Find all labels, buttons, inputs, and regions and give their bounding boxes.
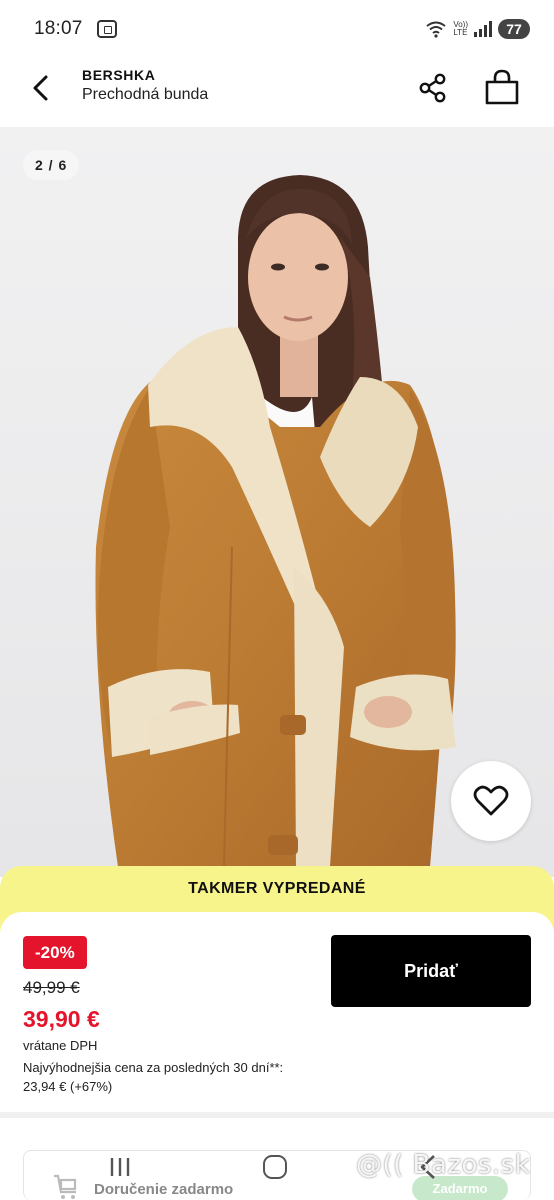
network-type: Vo)) LTE xyxy=(453,21,468,37)
shopping-bag-icon[interactable] xyxy=(484,68,520,106)
signal-icon xyxy=(474,21,492,37)
home-icon[interactable] xyxy=(263,1155,287,1179)
screenshot-indicator-icon xyxy=(96,20,117,38)
back-arrow-icon[interactable] xyxy=(28,72,56,104)
vat-note: vrátane DPH xyxy=(23,1038,98,1053)
product-gallery[interactable]: 2 / 6 xyxy=(0,127,554,877)
status-icons: Vo)) LTE 77 xyxy=(425,19,530,39)
wifi-icon xyxy=(426,21,446,38)
battery-icon: 77 xyxy=(498,19,530,39)
share-icon[interactable] xyxy=(418,72,448,104)
status-time: 18:07 xyxy=(34,18,83,39)
add-to-cart-label: Pridať xyxy=(404,960,458,981)
old-price: 49,99 € xyxy=(23,978,80,997)
status-bar: 18:07 Vo)) LTE 77 xyxy=(0,0,554,58)
product-photo[interactable] xyxy=(0,127,554,877)
price-card: -20% 49,99 € 39,90 € vrátane DPH Najvýho… xyxy=(0,912,554,1112)
image-counter: 2 / 6 xyxy=(23,150,80,180)
section-divider xyxy=(0,1112,554,1118)
brand-name: BERSHKA xyxy=(82,67,156,83)
lowest-price-value: 23,94 € (+67%) xyxy=(23,1079,113,1094)
recent-apps-icon[interactable] xyxy=(108,1156,132,1178)
add-to-cart-button[interactable]: Pridať xyxy=(331,935,531,1007)
current-price: 39,90 € xyxy=(23,1006,100,1032)
wishlist-button[interactable] xyxy=(451,761,531,841)
lte-label: LTE xyxy=(453,28,468,37)
stock-banner-text: TAKMER VYPREDANÉ xyxy=(188,880,366,897)
product-title: Prechodná bunda xyxy=(82,86,209,103)
watermark-text: @(( Bazos.sk xyxy=(356,1150,531,1180)
cart-icon xyxy=(54,1174,77,1199)
heart-icon xyxy=(473,785,509,816)
lowest-price-label: Najvýhodnejšia cena za posledných 30 dní… xyxy=(23,1060,284,1075)
battery-level: 77 xyxy=(506,21,522,37)
app-header: BERSHKA Prechodná bunda xyxy=(0,58,554,126)
discount-badge: -20% xyxy=(23,936,87,969)
delivery-text: Doručenie zadarmo xyxy=(94,1181,234,1198)
